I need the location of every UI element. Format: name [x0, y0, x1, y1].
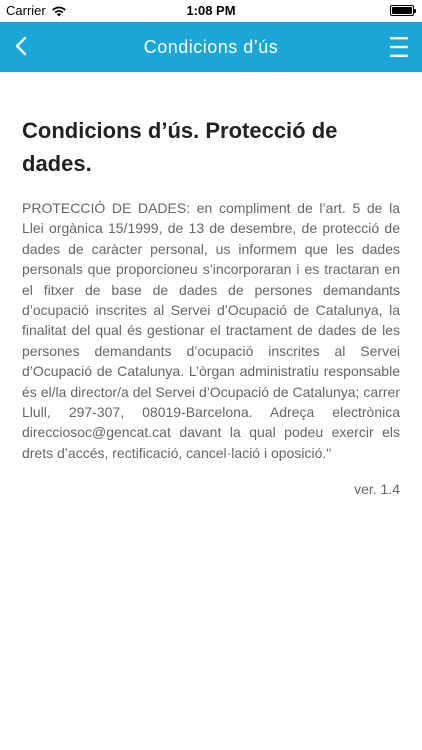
battery-icon: [390, 5, 416, 16]
status-bar: Carrier 1:08 PM: [0, 0, 422, 22]
hamburger-menu-icon: [390, 37, 408, 57]
back-button[interactable]: [6, 31, 36, 61]
status-time: 1:08 PM: [186, 3, 236, 18]
content-area: Condicions d’ús. Protecció de dades. PRO…: [0, 72, 422, 497]
data-protection-text: PROTECCIÓ DE DADES: en compliment de l’a…: [22, 200, 400, 461]
version-label: ver. 1.4: [354, 481, 400, 498]
page-title: Condicions d’ús. Protecció de dades.: [22, 118, 338, 176]
chevron-left-icon: [15, 36, 27, 56]
menu-button[interactable]: [386, 33, 412, 61]
nav-bar: Condicions d’ús: [0, 22, 422, 72]
nav-title: Condicions d’ús: [143, 37, 279, 57]
